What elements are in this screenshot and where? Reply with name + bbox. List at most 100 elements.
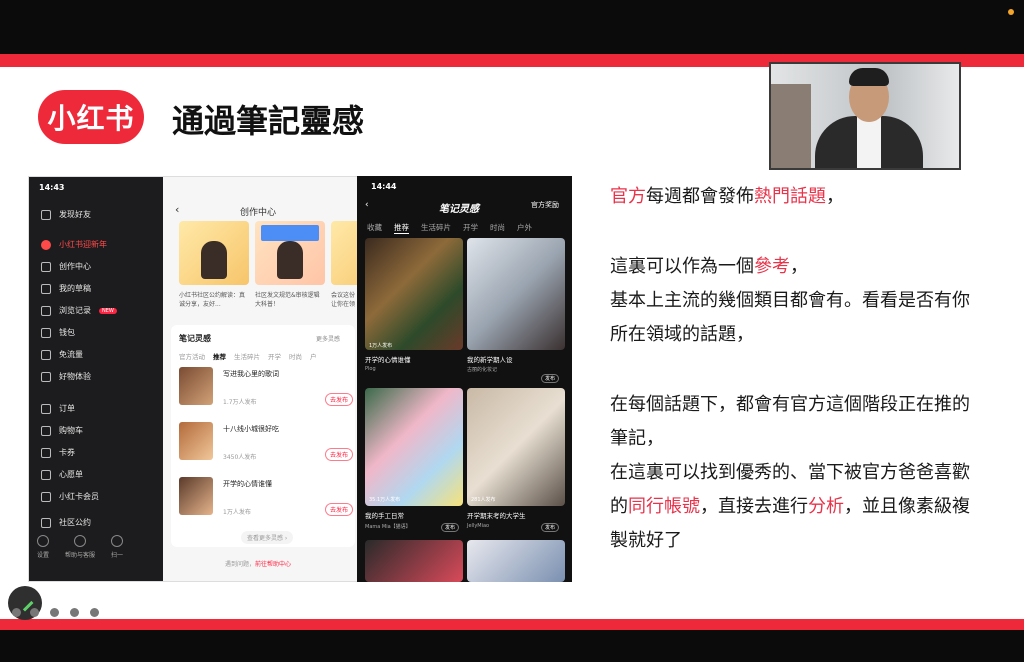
sidebar-item-label: 小红书迎新年 bbox=[59, 240, 107, 249]
cart-icon bbox=[41, 425, 51, 436]
rules-icon bbox=[41, 517, 51, 528]
sidebar-item[interactable]: 心愿单 bbox=[41, 469, 161, 480]
category-tabs: 收藏 推荐 生活碎片 开学 时尚 户外 bbox=[367, 222, 532, 234]
publish-button[interactable]: 发布 bbox=[541, 523, 560, 532]
sidebar-item[interactable]: 订单 bbox=[41, 403, 161, 414]
official-award-link[interactable]: 官方奖励 bbox=[531, 200, 559, 210]
tab-recommend[interactable]: 推荐 bbox=[394, 222, 409, 234]
new-badge: NEW bbox=[99, 307, 117, 314]
settings-button[interactable]: 设置 bbox=[37, 535, 49, 559]
creator-card[interactable] bbox=[255, 221, 325, 285]
publish-button[interactable]: 去发布 bbox=[325, 503, 354, 516]
note-line: 筆記， bbox=[610, 428, 664, 449]
scan-button[interactable]: 扫一 bbox=[111, 535, 123, 559]
creator-card[interactable] bbox=[331, 221, 357, 285]
tab-school[interactable]: 开学 bbox=[268, 351, 281, 361]
sidebar-item[interactable]: 好物体验 bbox=[41, 371, 161, 382]
tab-collect[interactable]: 收藏 bbox=[367, 222, 382, 234]
sidebar-item[interactable]: 钱包 bbox=[41, 327, 161, 338]
note-tile[interactable] bbox=[467, 540, 565, 582]
list-item[interactable]: 开学的心情谁懂 1万人发布 去发布 bbox=[179, 477, 355, 517]
camera-icon[interactable] bbox=[70, 608, 79, 617]
back-icon[interactable]: ‹ bbox=[365, 200, 369, 210]
sidebar-item-label: 浏览记录 bbox=[59, 306, 91, 315]
tab-outdoor[interactable]: 户 bbox=[310, 351, 317, 361]
status-time: 14:44 bbox=[371, 182, 397, 191]
sidebar-item[interactable]: 免流量 bbox=[41, 349, 161, 360]
more-inspiration-link[interactable]: 更多灵感 bbox=[316, 334, 340, 343]
creator-center-panel: ‹ 创作中心 小红书社区公约解读：真诚分享，友好... 社区发文规范&审核逻辑大… bbox=[163, 177, 357, 581]
note-tile[interactable] bbox=[467, 238, 565, 350]
sidebar-item[interactable]: 小红书迎新年 bbox=[41, 239, 161, 250]
creator-icon bbox=[41, 261, 51, 272]
member-icon bbox=[41, 491, 51, 502]
phone-screenshot-note-inspiration: 14:44 ‹ 笔记灵感 官方奖励 收藏 推荐 生活碎片 开学 时尚 户外 1万… bbox=[357, 176, 572, 582]
sidebar-item[interactable]: 我的草稿 bbox=[41, 283, 161, 294]
wishlist-icon bbox=[41, 469, 51, 480]
tab-fashion[interactable]: 时尚 bbox=[289, 351, 302, 361]
tab-life[interactable]: 生活碎片 bbox=[421, 222, 451, 234]
note-line: 所在領域的話題， bbox=[610, 324, 754, 345]
note-tile[interactable] bbox=[365, 238, 463, 350]
inspiration-title: 笔记灵感 bbox=[179, 334, 211, 343]
tab-official[interactable]: 官方活动 bbox=[179, 351, 205, 361]
tab-outdoor[interactable]: 户外 bbox=[517, 222, 532, 234]
creator-card[interactable] bbox=[179, 221, 249, 285]
tab-fashion[interactable]: 时尚 bbox=[490, 222, 505, 234]
tab-life[interactable]: 生活碎片 bbox=[234, 351, 260, 361]
more-icon[interactable] bbox=[90, 608, 99, 617]
help-center-text: 遇到问题，前往帮助中心 bbox=[225, 561, 292, 568]
settings-icon bbox=[37, 535, 49, 547]
note-tile[interactable] bbox=[365, 388, 463, 506]
note-inspiration-panel: 笔记灵感 更多灵感 官方活动 推荐 生活碎片 开学 时尚 户 写进我心里的歌词 … bbox=[171, 325, 355, 547]
add-friend-icon bbox=[41, 209, 51, 220]
sidebar-item[interactable]: 创作中心 bbox=[41, 261, 161, 272]
thumbnail bbox=[179, 367, 213, 405]
sidebar-item[interactable]: 小红卡会员 bbox=[41, 491, 161, 502]
help-center-link[interactable]: 前往帮助中心 bbox=[255, 561, 291, 568]
pencil-icon[interactable] bbox=[50, 608, 59, 617]
sidebar-item[interactable]: 发现好友 bbox=[41, 209, 161, 220]
gift-icon bbox=[41, 371, 51, 382]
tab-recommend[interactable]: 推荐 bbox=[213, 351, 226, 361]
publish-button[interactable]: 去发布 bbox=[325, 393, 354, 406]
note-line: 這裏可以作為一個參考， bbox=[610, 256, 808, 277]
presenter-video[interactable] bbox=[769, 62, 961, 170]
sidebar-item[interactable]: 卡券 bbox=[41, 447, 161, 458]
note-line: 的同行帳號，直接去進行分析，並且像素級複 bbox=[610, 496, 970, 517]
wallet-icon bbox=[41, 327, 51, 338]
inspiration-tabs: 官方活动 推荐 生活碎片 开学 时尚 户 bbox=[179, 351, 317, 361]
publish-button[interactable]: 发布 bbox=[541, 374, 560, 383]
slide-bottom-bar bbox=[0, 619, 1024, 630]
draft-icon bbox=[41, 283, 51, 294]
thumbnail bbox=[179, 477, 213, 515]
sidebar-item-label: 发现好友 bbox=[59, 210, 91, 219]
lantern-icon bbox=[41, 239, 51, 250]
help-button[interactable]: 帮助与客服 bbox=[65, 535, 95, 559]
note-tile[interactable] bbox=[365, 540, 463, 582]
list-item[interactable]: 写进我心里的歌词 1.7万人发布 去发布 bbox=[179, 367, 355, 407]
data-icon bbox=[41, 349, 51, 360]
sidebar-item[interactable]: 社区公约 bbox=[41, 517, 161, 528]
card-desc: 会议这份让你在领 bbox=[331, 292, 356, 308]
presentation-slide: 小红书 通過筆記靈感 14:43 发现好友 小红书迎新年 创作中心 我的草稿 浏览记录 N… bbox=[0, 54, 1024, 630]
tab-school[interactable]: 开学 bbox=[463, 222, 478, 234]
list-item[interactable]: 十八线小城很好吃 3450人发布 去发布 bbox=[179, 422, 355, 462]
prev-icon[interactable] bbox=[12, 608, 21, 617]
scan-icon bbox=[111, 535, 124, 547]
next-icon[interactable] bbox=[30, 608, 39, 617]
sidebar-item[interactable]: 浏览记录 NEW bbox=[41, 305, 161, 316]
thumbnail bbox=[179, 422, 213, 460]
note-line: 製就好了 bbox=[610, 530, 682, 551]
note-tile[interactable] bbox=[467, 388, 565, 506]
side-menu-bottom: 设置 帮助与客服 扫一 bbox=[37, 535, 167, 559]
see-more-button[interactable]: 查看更多灵感 › bbox=[241, 531, 294, 544]
order-icon bbox=[41, 403, 51, 414]
publish-button[interactable]: 去发布 bbox=[325, 448, 354, 461]
sidebar-item[interactable]: 购物车 bbox=[41, 425, 161, 436]
publish-button[interactable]: 发布 bbox=[441, 523, 460, 532]
sidebar-item-label: 免流量 bbox=[59, 350, 83, 359]
sidebar-item-label: 订单 bbox=[59, 404, 75, 413]
card-desc: 社区发文规范&审核逻辑大科普！ bbox=[255, 292, 320, 308]
sidebar-item-label: 卡券 bbox=[59, 448, 75, 457]
